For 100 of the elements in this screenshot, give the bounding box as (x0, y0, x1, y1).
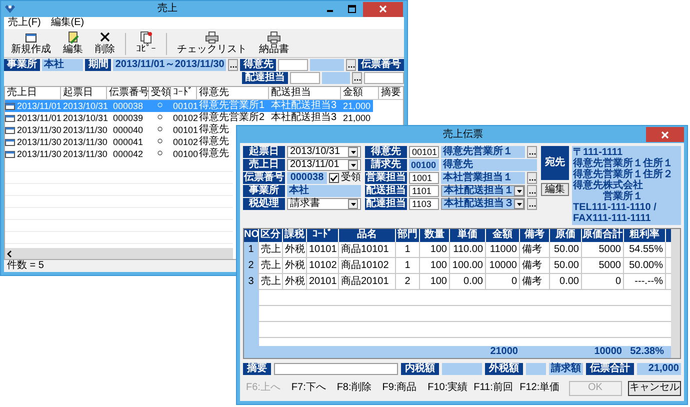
column-header[interactable]: 部門 (396, 229, 420, 242)
table-cell: 商品10102 (339, 258, 396, 274)
column-header[interactable]: 品名 (339, 229, 396, 242)
vertical-scrollbar[interactable] (671, 229, 680, 358)
column-header[interactable]: 受領 (149, 87, 171, 99)
function-key-button[interactable]: F9:商品 (379, 382, 423, 394)
dropdown-field[interactable]: 2013/10/31 (287, 146, 361, 158)
column-header[interactable]: ｺｰﾄﾞ (171, 87, 197, 99)
lookup-button[interactable] (346, 59, 356, 71)
period-field: 2013/11/01～2013/11/30 (113, 59, 226, 71)
table-cell-text: 2013/11/30 (62, 148, 108, 160)
toolbar-button[interactable]: 削除 (90, 31, 120, 55)
table-cell: 50.00 (550, 258, 582, 274)
table-cell: 備考 (520, 258, 550, 274)
delivery-code-field[interactable] (290, 72, 320, 84)
edit-button[interactable]: 編集 (541, 183, 569, 196)
address-label: 宛先 (541, 146, 569, 180)
field-label: 配達担当 (365, 198, 407, 210)
field-label: 配達担当 (242, 72, 288, 84)
menu-item[interactable]: 売上(F) (8, 17, 41, 29)
name-dropdown[interactable]: 本社配送担当１ (441, 185, 525, 197)
column-header[interactable]: 単価 (450, 229, 486, 242)
table-cell-text: 00102 (172, 136, 199, 148)
column-header[interactable]: 金額 (486, 229, 520, 242)
column-header[interactable]: 金額 (341, 87, 379, 99)
dropdown-button[interactable] (348, 147, 358, 157)
column-header[interactable]: 原価 (550, 229, 582, 242)
column-header[interactable]: 伝票番号 (107, 87, 149, 99)
column-header[interactable]: 区分 (259, 229, 283, 242)
dropdown-button[interactable] (514, 199, 524, 209)
function-key-button[interactable]: F8:削除 (334, 382, 378, 394)
table-cell: 100 (420, 242, 450, 258)
function-key-button[interactable]: F12:単価 (516, 382, 561, 394)
address-line: 得意先営業所１住所２ (573, 169, 673, 180)
close-button[interactable] (646, 127, 684, 142)
lookup-button[interactable] (228, 59, 238, 71)
table-cell-text: 00102 (172, 112, 199, 124)
code-input[interactable]: 1101 (409, 185, 439, 197)
menu-item[interactable]: 編集(E) (50, 17, 84, 29)
dropdown-button[interactable] (348, 160, 358, 170)
column-header[interactable]: 得意先 (197, 87, 269, 99)
table-cell: 1 (244, 242, 259, 258)
list-row[interactable]: 2013/11/30 2013/11/30 000041 ○ 00102得意先 (5, 136, 231, 148)
lookup-button[interactable] (527, 146, 537, 158)
column-header[interactable]: 原価合計 (582, 229, 624, 242)
column-header[interactable]: 粗利率 (624, 229, 666, 242)
column-header[interactable]: 備考 (520, 229, 550, 242)
inner-tax-field (442, 362, 482, 374)
column-header[interactable]: ｺｰﾄﾞ (307, 229, 339, 242)
dropdown-button[interactable] (514, 186, 524, 196)
function-key-button[interactable]: F10:実績 (424, 382, 469, 394)
code-field: 00100 (409, 159, 439, 171)
table-cell-text: ○ (156, 124, 164, 136)
lookup-button[interactable] (527, 172, 537, 184)
horizontal-scrollbar[interactable] (5, 248, 233, 259)
table-cell: 54.55% (624, 242, 666, 258)
toolbar-button[interactable]: 納品書 (254, 31, 294, 55)
value-field: 本社 (287, 185, 361, 197)
function-key-button[interactable]: F11:前回 (470, 382, 515, 394)
lookup-button[interactable] (527, 198, 537, 210)
lookup-button[interactable] (527, 185, 537, 197)
toolbar-button[interactable]: 新規作成 (6, 31, 56, 55)
dropdown-button[interactable] (348, 199, 358, 209)
code-input[interactable]: 1103 (409, 198, 439, 210)
customer-code-field[interactable] (278, 59, 308, 71)
table-cell-text: 2013/10/31 (62, 100, 110, 112)
column-header[interactable]: 課税 (283, 229, 307, 242)
list-row[interactable]: 2013/11/30 2013/11/30 000040 ○ 00101得意先 (5, 124, 231, 136)
checkbox[interactable] (329, 173, 339, 183)
list-row[interactable]: 2013/11/01 2013/10/31 000039 ○ 00102得意先営業所2 本社配送担当3 21,000 (5, 112, 373, 124)
cancel-button[interactable]: キャンセル (628, 380, 681, 396)
column-header[interactable]: 配送担当 (269, 87, 341, 99)
code-input[interactable]: 00101 (409, 146, 439, 158)
table-cell: 5000 (582, 258, 624, 274)
field-label: 配送担当 (365, 185, 407, 197)
table-cell: 100.00 (450, 258, 486, 274)
check-icon (330, 174, 338, 182)
function-key-button[interactable]: F7:下へ (288, 382, 332, 394)
close-icon (378, 4, 388, 14)
field-label: 売上日 (243, 159, 285, 171)
table-cell: 100 (420, 258, 450, 274)
table-cell: 5000 (582, 242, 624, 258)
checkbox-label[interactable]: 受領 (341, 172, 361, 184)
summary-field[interactable] (274, 362, 398, 374)
code-input[interactable]: 1001 (409, 172, 439, 184)
toolbar-button[interactable]: ｺﾋﾟｰ (131, 31, 161, 55)
lookup-button[interactable] (352, 72, 362, 84)
toolbar-button[interactable]: チェックリスト (172, 31, 252, 55)
name-dropdown[interactable]: 本社配送担当３ (441, 198, 525, 210)
table-cell: 売上 (259, 258, 283, 274)
toolbar-button[interactable]: 編集 (58, 31, 88, 55)
close-button[interactable] (363, 2, 403, 16)
column-header[interactable]: 起票日 (61, 87, 107, 99)
list-row[interactable]: 2013/11/30 2013/11/30 000042 ○ 00100得意先 (5, 148, 231, 160)
table-cell-text: 000042 (112, 148, 144, 160)
column-header[interactable]: 数量 (420, 229, 450, 242)
dropdown-field[interactable]: 2013/11/01 (287, 159, 361, 171)
column-header[interactable]: 売上日 (5, 87, 61, 99)
dropdown-field[interactable]: 請求書 (287, 198, 361, 210)
slip-number-field[interactable] (364, 72, 404, 84)
